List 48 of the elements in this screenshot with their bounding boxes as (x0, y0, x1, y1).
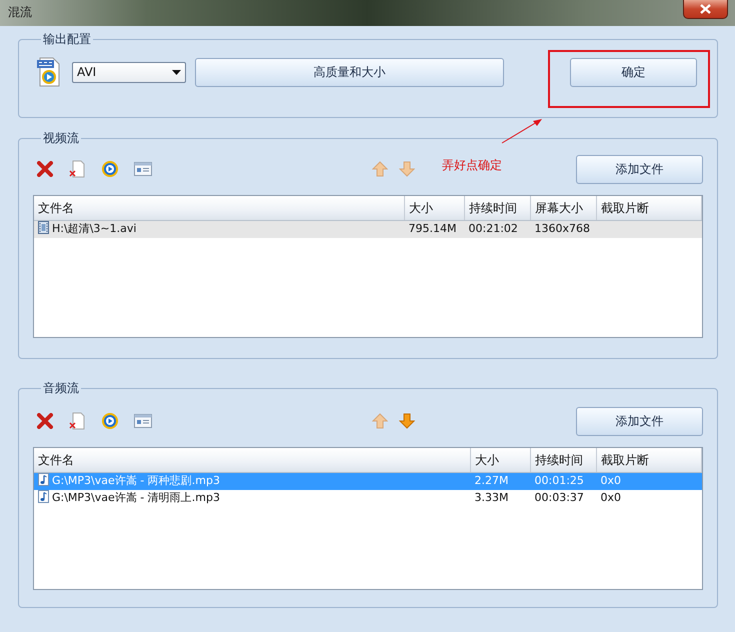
table-cell: 3.33M (474, 490, 508, 504)
play-icon[interactable] (101, 412, 119, 430)
table-cell: H:\超清\3~1.avi (52, 222, 136, 235)
remove-file-icon[interactable] (69, 412, 85, 430)
output-config-title: 输出配置 (42, 32, 92, 46)
table-cell: 00:01:25 (534, 474, 584, 487)
audio-stream-title: 音频流 (42, 381, 80, 395)
annotation-text: 弄好点确定 (442, 157, 502, 174)
window-title: 混流 (8, 4, 32, 21)
column-header[interactable]: 持续时间 (464, 196, 530, 220)
ok-button[interactable]: 确定 (570, 58, 697, 86)
down-arrow-icon[interactable] (399, 413, 415, 429)
format-dropdown[interactable]: AVI (72, 62, 186, 82)
annotation-arrow (501, 118, 543, 144)
column-header[interactable]: 大小 (470, 448, 530, 472)
column-header[interactable]: 文件名 (34, 448, 470, 472)
delete-icon[interactable] (37, 161, 53, 177)
delete-icon[interactable] (37, 413, 53, 429)
column-header[interactable]: 持续时间 (530, 448, 596, 472)
column-header[interactable]: 文件名 (34, 196, 404, 220)
table-cell: 00:03:37 (534, 490, 584, 504)
table-cell: 1360x768 (534, 222, 590, 235)
music-file-icon (38, 490, 49, 503)
column-header[interactable]: 大小 (404, 196, 464, 220)
add-file-button[interactable]: 添加文件 (576, 406, 703, 436)
close-icon (700, 4, 711, 14)
quality-button[interactable]: 高质量和大小 (195, 58, 504, 86)
video-file-icon (38, 221, 49, 234)
table-cell: 2.27M (474, 474, 508, 487)
play-icon[interactable] (101, 160, 119, 178)
table-cell: 00:21:02 (468, 222, 518, 235)
column-header[interactable]: 截取片断 (596, 448, 702, 472)
table-cell: G:\MP3\vae许嵩 - 清明雨上.mp3 (52, 490, 220, 504)
properties-icon[interactable] (134, 162, 152, 176)
add-file-button[interactable]: 添加文件 (576, 154, 703, 184)
caret-icon (172, 70, 181, 74)
video-stream-title: 视频流 (42, 131, 80, 145)
avi-file-icon (36, 57, 62, 87)
table-cell: G:\MP3\vae许嵩 - 两种悲剧.mp3 (52, 474, 220, 487)
table-cell: 0x0 (600, 490, 622, 504)
column-header[interactable]: 屏幕大小 (530, 196, 596, 220)
table-cell: 795.14M (408, 222, 456, 235)
close-button[interactable] (683, 0, 728, 19)
column-header[interactable]: 截取片断 (596, 196, 702, 220)
remove-file-icon[interactable] (69, 160, 85, 178)
properties-icon[interactable] (134, 414, 152, 428)
music-file-icon (38, 473, 49, 486)
table-cell: 0x0 (600, 474, 622, 487)
